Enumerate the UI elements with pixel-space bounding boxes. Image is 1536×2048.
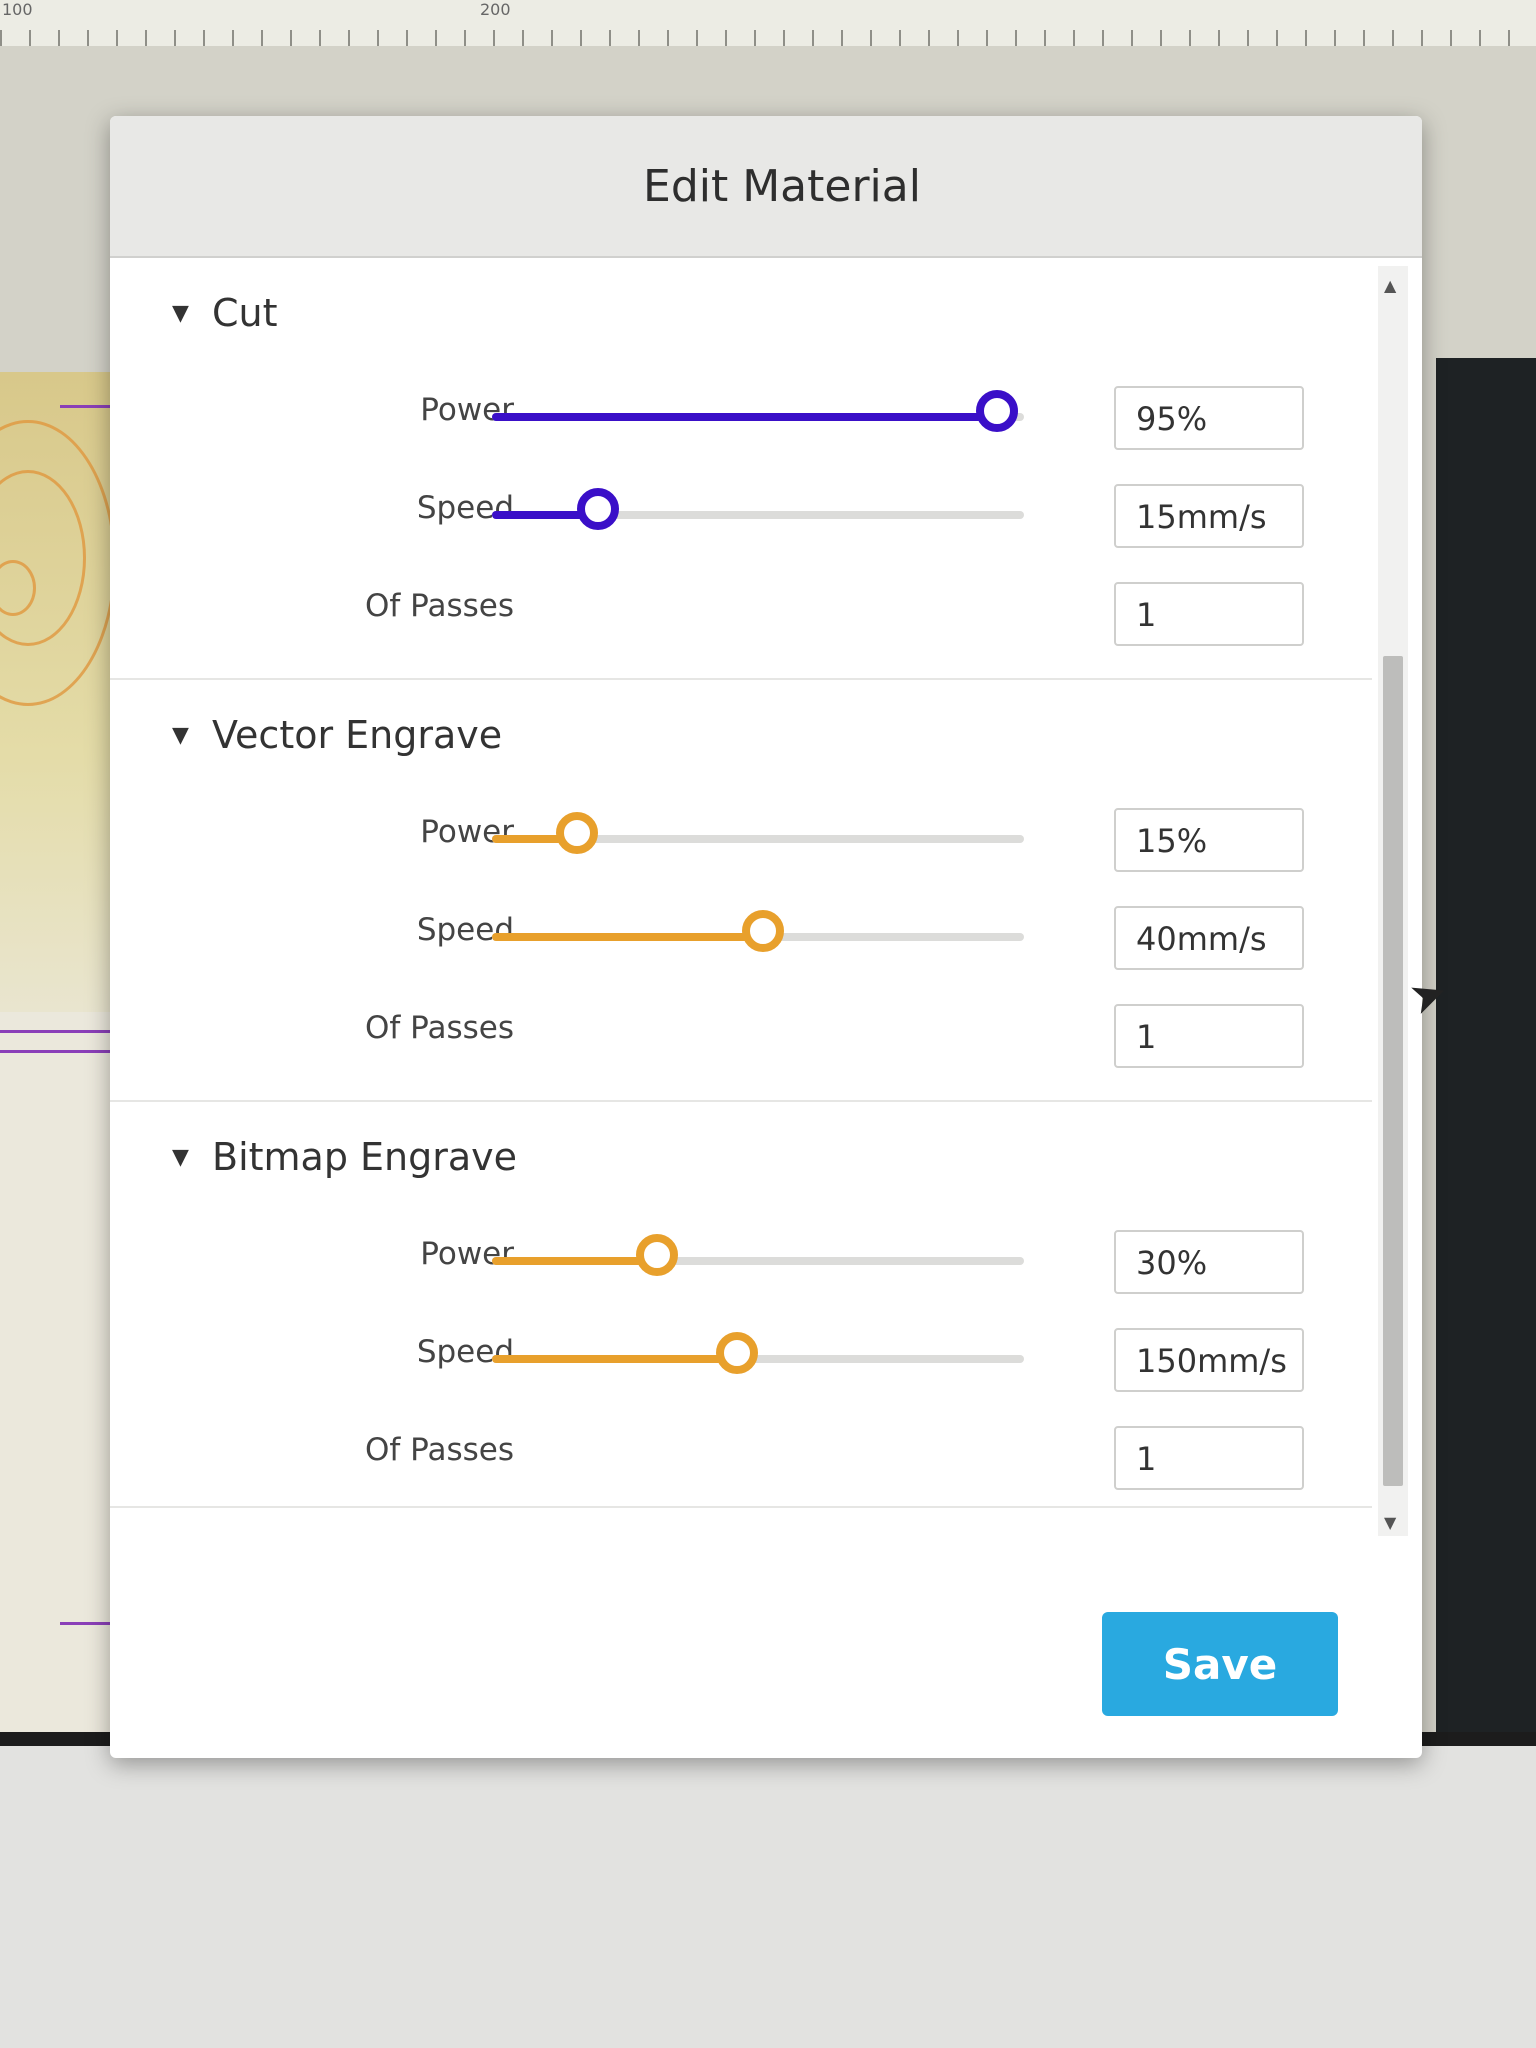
scroll-up-arrow-icon[interactable]: ▲ <box>1384 276 1396 295</box>
section-title: Cut <box>212 291 278 335</box>
power-slider[interactable] <box>492 812 1024 854</box>
speed-slider[interactable] <box>492 1332 1024 1374</box>
speed-input[interactable]: 150mm/s <box>1114 1328 1304 1392</box>
dialog-footer: Save <box>110 1536 1422 1758</box>
top-ruler: 100 200 <box>0 0 1536 48</box>
slider-handle[interactable] <box>976 390 1019 432</box>
dialog-scrollbar[interactable]: ▲ ▼ <box>1378 266 1408 1536</box>
passes-label: Of Passes <box>365 1432 514 1468</box>
slider-handle[interactable] <box>556 812 599 854</box>
power-row: Power 95% <box>110 368 1372 466</box>
passes-input[interactable]: 1 <box>1114 582 1304 646</box>
power-row: Power 15% <box>110 790 1372 888</box>
passes-row: Of Passes 1 <box>110 564 1372 662</box>
speed-row: Speed 40mm/s <box>110 888 1372 986</box>
dialog-header: Edit Material <box>110 116 1422 258</box>
speed-slider[interactable] <box>492 910 1024 952</box>
power-slider[interactable] <box>492 390 1024 432</box>
section-vector-engrave: ▼ Vector Engrave Power 15% Speed 40mm/s … <box>110 680 1372 1102</box>
section-header[interactable]: ▼ Bitmap Engrave <box>110 1102 1372 1212</box>
speed-input[interactable]: 40mm/s <box>1114 906 1304 970</box>
slider-handle[interactable] <box>742 910 785 952</box>
ruler-label: 200 <box>480 0 511 19</box>
power-input[interactable]: 30% <box>1114 1230 1304 1294</box>
scroll-down-arrow-icon[interactable]: ▼ <box>1384 1513 1396 1532</box>
slider-fill <box>492 933 764 941</box>
slider-handle[interactable] <box>715 1332 758 1374</box>
section-cut: ▼ Cut Power 95% Speed 15mm/s Of Passes 1 <box>110 258 1372 680</box>
passes-label: Of Passes <box>365 588 514 624</box>
cut-path[interactable] <box>0 1030 120 1033</box>
speed-row: Speed 15mm/s <box>110 466 1372 564</box>
slider-handle[interactable] <box>577 488 620 530</box>
section-title: Vector Engrave <box>212 713 503 757</box>
section-title: Bitmap Engrave <box>212 1135 518 1179</box>
speed-slider[interactable] <box>492 488 1024 530</box>
passes-label: Of Passes <box>365 1010 514 1046</box>
triangle-down-icon[interactable]: ▼ <box>172 723 212 748</box>
passes-input[interactable]: 1 <box>1114 1426 1304 1490</box>
dialog-title: Edit Material <box>643 160 921 212</box>
power-slider[interactable] <box>492 1234 1024 1276</box>
section-header[interactable]: ▼ Cut <box>110 258 1372 368</box>
dialog-content: ▼ Cut Power 95% Speed 15mm/s Of Passes 1… <box>110 258 1372 1534</box>
scrollbar-thumb[interactable] <box>1383 656 1403 1486</box>
desk-surface <box>0 1746 1536 2048</box>
triangle-down-icon[interactable]: ▼ <box>172 1145 212 1170</box>
passes-row: Of Passes 1 <box>110 986 1372 1084</box>
speed-input[interactable]: 15mm/s <box>1114 484 1304 548</box>
save-button[interactable]: Save <box>1102 1612 1338 1716</box>
laser-bed-honeycomb <box>1436 358 1536 1768</box>
slider-fill <box>492 1355 737 1363</box>
slider-handle[interactable] <box>635 1234 678 1276</box>
power-input[interactable]: 95% <box>1114 386 1304 450</box>
speed-row: Speed 150mm/s <box>110 1310 1372 1408</box>
ruler-label: 100 <box>2 0 33 19</box>
triangle-down-icon[interactable]: ▼ <box>172 301 212 326</box>
passes-input[interactable]: 1 <box>1114 1004 1304 1068</box>
section-bitmap-engrave: ▼ Bitmap Engrave Power 30% Speed 150mm/s… <box>110 1102 1372 1508</box>
edit-material-dialog: Edit Material ▼ Cut Power 95% Speed 15mm… <box>110 116 1422 1758</box>
power-row: Power 30% <box>110 1212 1372 1310</box>
slider-fill <box>492 413 998 421</box>
power-input[interactable]: 15% <box>1114 808 1304 872</box>
passes-row: Of Passes 1 <box>110 1408 1372 1506</box>
section-header[interactable]: ▼ Vector Engrave <box>110 680 1372 790</box>
slider-fill <box>492 1257 657 1265</box>
cut-path[interactable] <box>0 1050 120 1053</box>
